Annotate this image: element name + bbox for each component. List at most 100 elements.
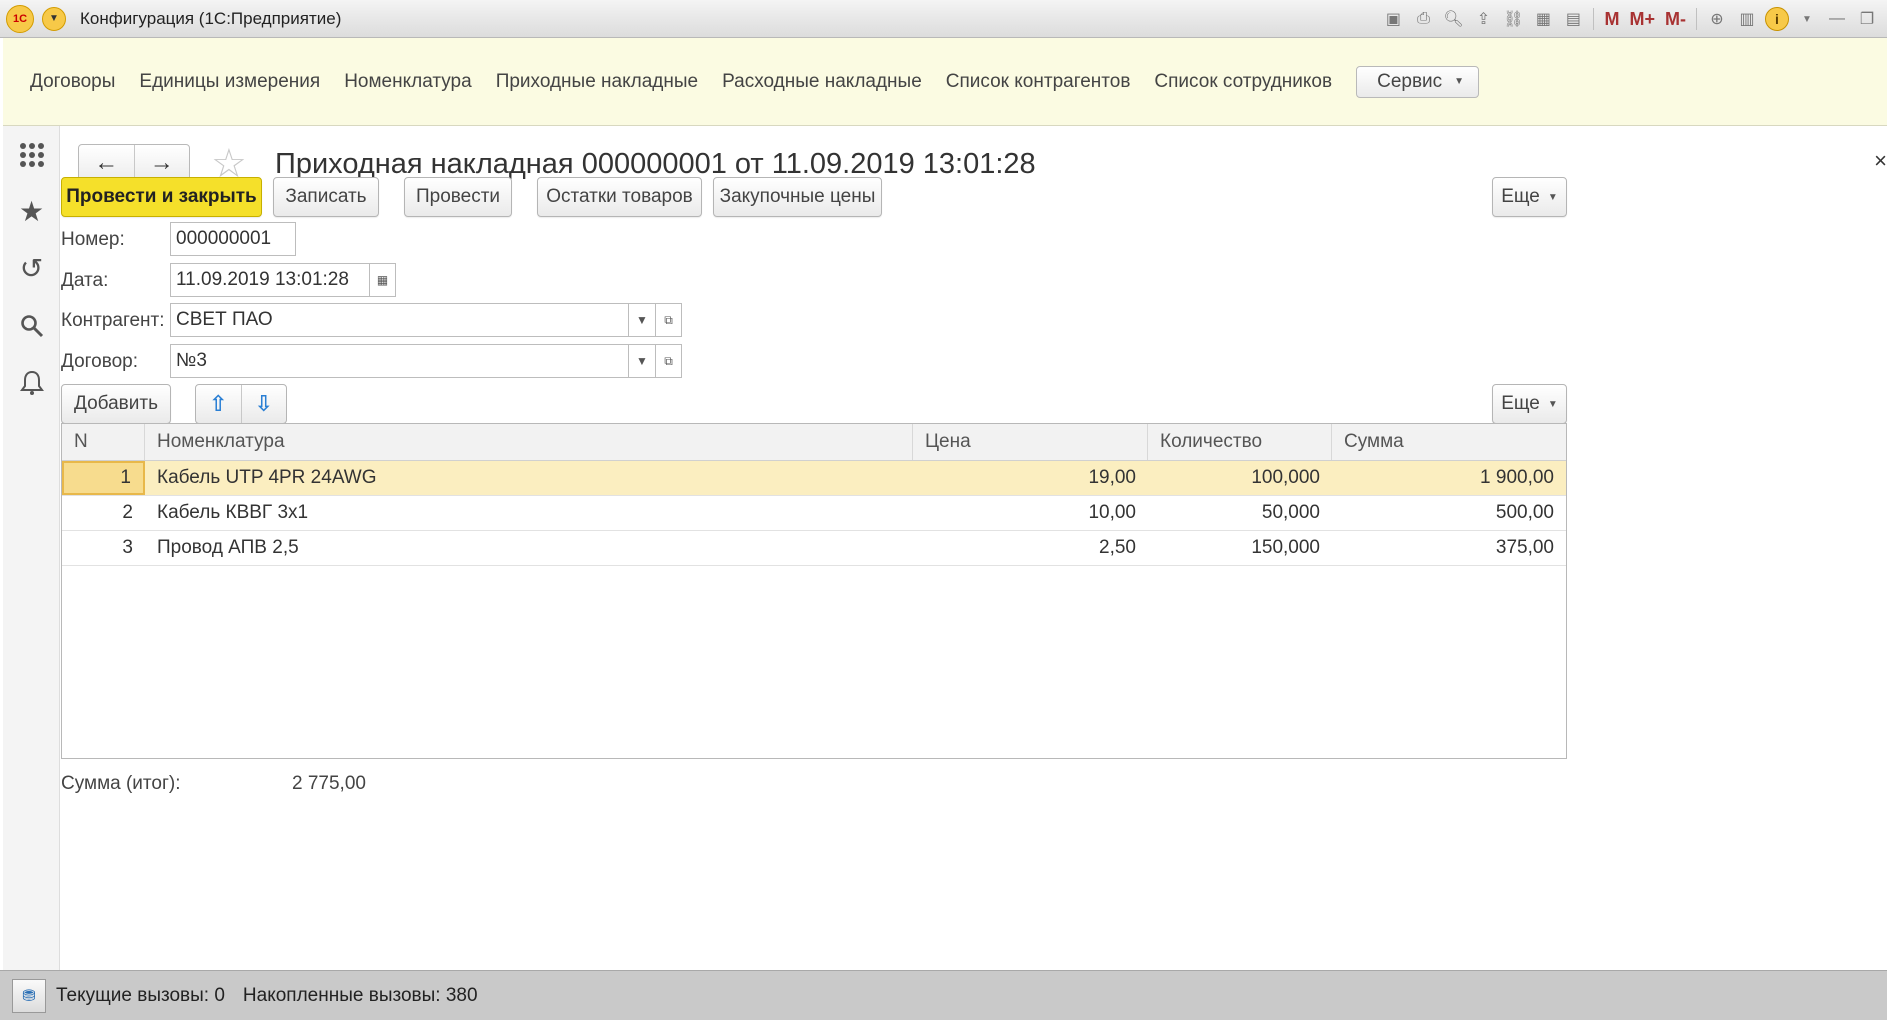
chevron-down-icon[interactable]: ▼: [628, 344, 656, 378]
row-move-buttons: ⇧ ⇩: [195, 384, 287, 424]
section-incoming-invoices[interactable]: Приходные накладные: [496, 71, 698, 93]
grid-menu-icon[interactable]: [3, 126, 60, 183]
service-label: Сервис: [1377, 70, 1443, 92]
number-label: Номер:: [61, 229, 125, 250]
section-employees[interactable]: Список сотрудников: [1154, 71, 1332, 93]
close-icon[interactable]: ×: [1874, 148, 1887, 174]
performance-monitor-icon[interactable]: ⛃: [12, 978, 46, 1013]
history-icon[interactable]: ↺: [3, 240, 60, 297]
link-icon[interactable]: ⛓: [1501, 7, 1525, 31]
upload-icon[interactable]: ⇪: [1471, 7, 1495, 31]
table-row[interactable]: 2 Кабель КВВГ 3х1 10,00 50,000 500,00: [62, 496, 1566, 531]
date-field[interactable]: 11.09.2019 13:01:28 ▦: [170, 263, 396, 297]
table-row[interactable]: 3 Провод АПВ 2,5 2,50 150,000 375,00: [62, 531, 1566, 566]
move-down-arrow-icon[interactable]: ⇩: [240, 385, 287, 423]
post-button[interactable]: Провести: [404, 177, 512, 217]
favorites-star-icon[interactable]: ★: [3, 183, 60, 240]
goods-table[interactable]: N Номенклатура Цена Количество Сумма 1 К…: [61, 423, 1567, 759]
column-header-sum[interactable]: Сумма: [1332, 424, 1566, 460]
counterparty-label: Контрагент:: [61, 310, 165, 331]
cell-sum[interactable]: 500,00: [1332, 496, 1566, 530]
zoom-icon[interactable]: ⊕: [1705, 7, 1729, 31]
preview-icon[interactable]: 🔍︎: [1441, 7, 1465, 31]
column-header-n[interactable]: N: [62, 424, 145, 460]
table-header: N Номенклатура Цена Количество Сумма: [62, 424, 1566, 461]
toolbar-divider: [1593, 8, 1595, 30]
memory-icon[interactable]: M: [1602, 7, 1621, 31]
cell-quantity[interactable]: 100,000: [1148, 461, 1332, 495]
add-row-button[interactable]: Добавить: [61, 384, 171, 424]
post-and-close-button[interactable]: Провести и закрыть: [61, 177, 262, 217]
forward-arrow-icon[interactable]: →: [133, 145, 190, 181]
cell-n[interactable]: 2: [62, 496, 145, 530]
open-icon[interactable]: ⧉: [655, 303, 682, 337]
cell-n[interactable]: 3: [62, 531, 145, 565]
number-field[interactable]: 000000001: [170, 222, 296, 256]
cell-quantity[interactable]: 150,000: [1148, 531, 1332, 565]
more-button[interactable]: Еще ▼: [1492, 177, 1567, 217]
cell-price[interactable]: 2,50: [913, 531, 1148, 565]
date-label: Дата:: [61, 270, 109, 291]
search-icon[interactable]: [3, 297, 60, 354]
info-icon[interactable]: i: [1765, 7, 1789, 31]
table-more-button[interactable]: Еще ▼: [1492, 384, 1567, 424]
contract-field[interactable]: №3 ▼ ⧉: [170, 344, 682, 378]
back-arrow-icon[interactable]: ←: [79, 145, 134, 181]
move-up-arrow-icon[interactable]: ⇧: [196, 385, 241, 423]
section-outgoing-invoices[interactable]: Расходные накладные: [722, 71, 922, 93]
app-logo-icon[interactable]: 1С: [6, 4, 34, 33]
counterparty-field[interactable]: СВЕТ ПАО ▼ ⧉: [170, 303, 682, 337]
chevron-down-icon: ▼: [1454, 76, 1465, 87]
minimize-icon[interactable]: —: [1825, 7, 1849, 31]
service-menu-button[interactable]: Сервис ▼: [1356, 65, 1480, 98]
date-value: 11.09.2019 13:01:28: [176, 269, 349, 290]
cell-n[interactable]: 1: [62, 461, 145, 495]
cell-price[interactable]: 19,00: [913, 461, 1148, 495]
memory-minus-icon[interactable]: M-: [1663, 7, 1688, 31]
chevron-down-icon[interactable]: ▼: [628, 303, 656, 337]
info-menu-caret-icon[interactable]: ▼: [1795, 7, 1819, 31]
number-value: 000000001: [176, 228, 272, 249]
notifications-bell-icon[interactable]: [3, 354, 60, 411]
panel-icon[interactable]: ▥: [1735, 7, 1759, 31]
left-toolbar: ★ ↺: [3, 126, 60, 970]
total-value: 2 775,00: [292, 773, 366, 794]
calendar-icon[interactable]: ▤: [1561, 7, 1585, 31]
stock-button[interactable]: Остатки товаров: [537, 177, 702, 217]
cell-nomenclature[interactable]: Кабель UTP 4PR 24AWG: [145, 461, 913, 495]
print-icon[interactable]: ⎙: [1411, 7, 1435, 31]
open-icon[interactable]: ⧉: [655, 344, 682, 378]
purchase-prices-button[interactable]: Закупочные цены: [713, 177, 882, 217]
column-header-nomenclature[interactable]: Номенклатура: [145, 424, 913, 460]
section-counterparties[interactable]: Список контрагентов: [946, 71, 1131, 93]
save-icon[interactable]: ▣: [1381, 7, 1405, 31]
memory-plus-icon[interactable]: M+: [1627, 7, 1657, 31]
calculator-icon[interactable]: ▦: [1531, 7, 1555, 31]
restore-icon[interactable]: ❐: [1855, 7, 1879, 31]
cell-quantity[interactable]: 50,000: [1148, 496, 1332, 530]
cell-sum[interactable]: 375,00: [1332, 531, 1566, 565]
save-button[interactable]: Записать: [273, 177, 379, 217]
sections-panel: Договоры Единицы измерения Номенклатура …: [3, 38, 1887, 126]
title-toolbar: ▣ ⎙ 🔍︎ ⇪ ⛓ ▦ ▤ M M+ M- ⊕ ▥ i ▼ — ❐: [1381, 4, 1879, 34]
cell-price[interactable]: 10,00: [913, 496, 1148, 530]
total-label: Сумма (итог):: [61, 773, 181, 794]
status-bar: ⛃ Текущие вызовы: 0 Накопленные вызовы: …: [0, 970, 1887, 1020]
contract-label: Договор:: [61, 351, 139, 372]
section-nomenclature[interactable]: Номенклатура: [344, 71, 472, 93]
window-title: Конфигурация (1С:Предприятие): [80, 8, 342, 28]
section-units[interactable]: Единицы измерения: [139, 71, 320, 93]
calendar-icon[interactable]: ▦: [369, 263, 396, 297]
title-bar: 1С ▼ Конфигурация (1С:Предприятие) ▣ ⎙ 🔍…: [0, 0, 1887, 38]
cell-sum[interactable]: 1 900,00: [1332, 461, 1566, 495]
table-row[interactable]: 1 Кабель UTP 4PR 24AWG 19,00 100,000 1 9…: [62, 461, 1566, 496]
counterparty-value: СВЕТ ПАО: [176, 309, 273, 330]
column-header-quantity[interactable]: Количество: [1148, 424, 1332, 460]
more-label: Еще: [1501, 186, 1540, 207]
section-contracts[interactable]: Договоры: [30, 71, 115, 93]
column-header-price[interactable]: Цена: [913, 424, 1148, 460]
cell-nomenclature[interactable]: Кабель КВВГ 3х1: [145, 496, 913, 530]
chevron-down-icon: ▼: [1547, 398, 1558, 410]
cell-nomenclature[interactable]: Провод АПВ 2,5: [145, 531, 913, 565]
main-menu-button[interactable]: ▼: [42, 6, 66, 31]
